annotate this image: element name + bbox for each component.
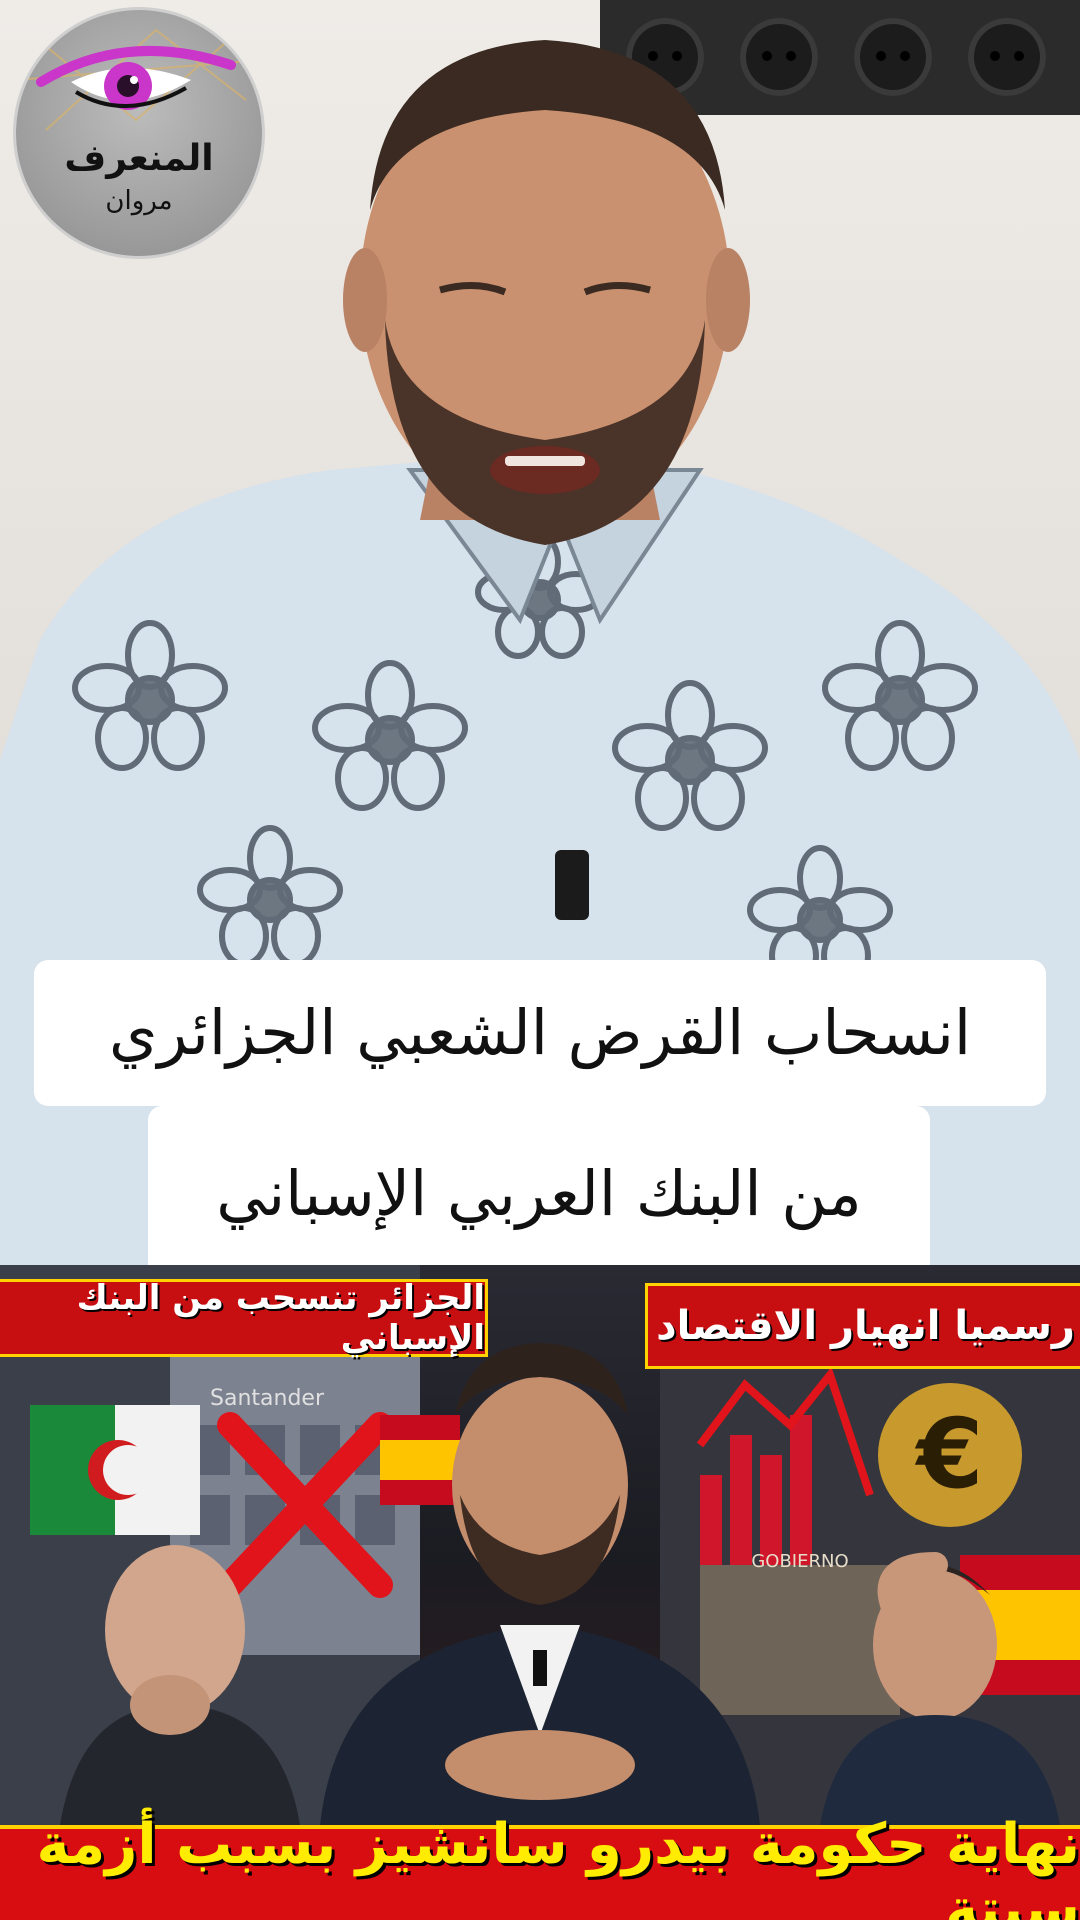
logo-subtitle: مروان [105,186,173,216]
news-thumbnail: Santander € GOBIERNO الجزائر تنسحب من ال… [0,1265,1080,1920]
banner-headline-left: الجزائر تنسحب من البنك الإسباني [0,1278,488,1358]
channel-logo: المنعرف مروان [16,10,262,256]
caption-line-1: انسحاب القرض الشعبي الجزائري [34,960,1046,1106]
banner-headline-right: رسميا انهيار الاقتصاد [645,1283,1080,1369]
eye-icon [16,19,262,131]
caption-text-1: انسحاب القرض الشعبي الجزائري [108,996,972,1069]
banner-bottom-text: نهاية حكومة بيدرو سانشيز بسبب أزمة سبتة [36,1811,1080,1920]
euro-symbol: € [915,1398,984,1510]
bank-sign: Santander [210,1386,325,1411]
caption-text-2: من البنك العربي الإسباني [216,1157,862,1230]
caption-line-2: من البنك العربي الإسباني [148,1106,930,1265]
banner-left-text: الجزائر تنسحب من البنك الإسباني [76,1278,485,1358]
logo-title: المنعرف [64,138,214,179]
banner-right-text: رسميا انهيار الاقتصاد [656,1303,1075,1349]
banner-headline-bottom: نهاية حكومة بيدرو سانشيز بسبب أزمة سبتة [0,1812,1080,1920]
video-frame: المنعرف مروان انسحاب القرض الشعبي الجزائ… [0,0,1080,1265]
building-sign: GOBIERNO [751,1551,848,1572]
